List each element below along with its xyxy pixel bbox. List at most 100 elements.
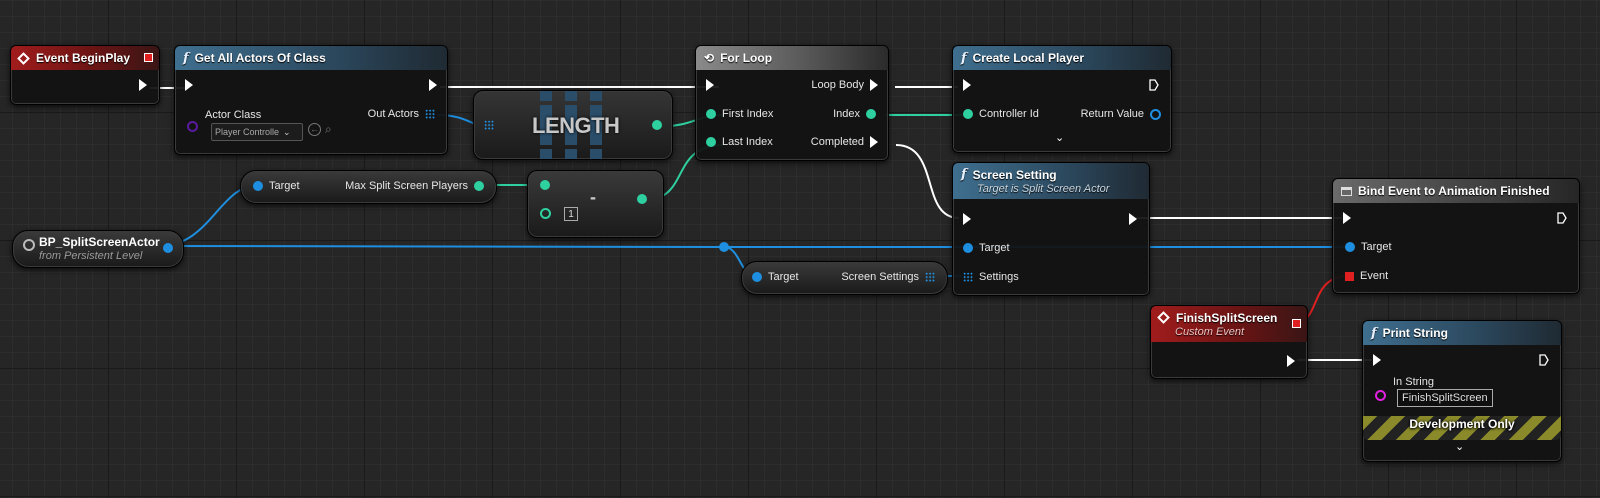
object-pin-icon xyxy=(1150,108,1161,120)
int-pin-icon xyxy=(540,180,550,190)
node-header: Bind Event to Animation Finished xyxy=(1333,179,1579,203)
exec-in-pin[interactable] xyxy=(185,79,193,91)
int-pin-icon xyxy=(866,109,876,119)
return-value-pin[interactable]: Return Value xyxy=(1081,108,1161,120)
for-loop-node[interactable]: ⟲ For Loop Loop Body First Index Index L… xyxy=(695,45,889,161)
exec-out-pin[interactable] xyxy=(1287,355,1295,367)
actor-out-pin[interactable] xyxy=(163,243,173,253)
finish-split-screen-node[interactable]: FinishSplitScreen Custom Event xyxy=(1150,305,1308,379)
exec-out-pin[interactable] xyxy=(1557,212,1567,224)
last-index-pin[interactable]: Last Index xyxy=(706,136,773,148)
a-pin[interactable] xyxy=(540,180,550,190)
actor-class-dropdown[interactable]: Player Controlle ⌄ xyxy=(211,123,303,141)
chevron-down-icon[interactable]: ⌄ xyxy=(1455,440,1464,453)
event-beginplay-node[interactable]: Event BeginPlay xyxy=(10,45,160,105)
max-split-screen-players-pin[interactable]: Max Split Screen Players xyxy=(345,180,484,192)
exec-arrow-icon xyxy=(185,79,193,91)
node-subtitle: Custom Event xyxy=(1175,325,1245,338)
array-in-pin[interactable] xyxy=(484,120,494,130)
node-header: FinishSplitScreen Custom Event xyxy=(1151,306,1307,342)
class-pin-icon xyxy=(187,121,198,132)
event-pin[interactable]: Event xyxy=(1345,270,1388,282)
settings-pin[interactable]: Settings xyxy=(963,271,1019,283)
b-value-input[interactable]: 1 xyxy=(564,207,578,221)
object-pin-icon xyxy=(253,181,263,191)
node-header: f Get All Actors Of Class xyxy=(175,46,447,70)
exec-arrow-icon xyxy=(1373,354,1381,366)
exec-in-pin[interactable] xyxy=(1373,354,1381,366)
object-pin-icon xyxy=(963,243,973,253)
loop-body-pin[interactable]: Loop Body xyxy=(811,79,878,91)
search-icon[interactable]: ⌕ xyxy=(325,122,332,137)
completed-pin[interactable]: Completed xyxy=(811,136,878,148)
screen-settings-pin[interactable]: Screen Settings xyxy=(841,271,935,283)
node-title: Bind Event to Animation Finished xyxy=(1358,184,1550,198)
object-pin-icon xyxy=(1345,242,1355,252)
node-subtitle: Target is Split Screen Actor xyxy=(977,183,1110,195)
in-string-label: In String xyxy=(1393,376,1434,388)
exec-out-pin[interactable] xyxy=(1539,354,1549,366)
exec-in-pin[interactable] xyxy=(706,79,714,91)
target-pin[interactable]: Target xyxy=(1345,241,1392,253)
node-title: Print String xyxy=(1382,326,1448,340)
screen-setting-node[interactable]: f Screen Setting Target is Split Screen A… xyxy=(952,162,1150,296)
function-icon: f xyxy=(1371,325,1377,341)
node-header: ⟲ For Loop xyxy=(696,46,888,70)
target-pin[interactable]: Target xyxy=(253,180,300,192)
node-header: f Screen Setting Target is Split Screen A… xyxy=(953,163,1149,199)
delegate-pin-icon[interactable] xyxy=(144,53,153,62)
subtract-operator: - xyxy=(590,187,596,207)
subtract-node[interactable]: 1 - xyxy=(527,170,664,238)
in-string-pin[interactable] xyxy=(1375,390,1386,401)
browse-back-icon[interactable]: ← xyxy=(308,123,321,136)
reroute-knot[interactable] xyxy=(719,242,729,252)
exec-in-pin[interactable] xyxy=(963,213,971,225)
screen-settings-getter-node[interactable]: Target Screen Settings xyxy=(741,261,948,295)
result-pin[interactable] xyxy=(637,194,647,204)
int-pin-icon xyxy=(637,194,647,204)
node-header: Event BeginPlay xyxy=(11,46,159,70)
int-pin-icon xyxy=(652,120,662,130)
controller-id-pin[interactable]: Controller Id xyxy=(963,108,1039,120)
exec-arrow-icon xyxy=(1343,212,1351,224)
create-local-player-node[interactable]: f Create Local Player Controller Id Retu… xyxy=(952,45,1172,153)
delegate-pin-icon[interactable] xyxy=(1292,319,1301,328)
exec-wire xyxy=(895,144,960,219)
get-all-actors-node[interactable]: f Get All Actors Of Class Actor Class Pl… xyxy=(174,45,448,155)
node-title: Screen Setting xyxy=(972,167,1057,182)
int-pin-icon xyxy=(474,181,484,191)
exec-arrow-icon xyxy=(429,79,437,91)
exec-out-pin[interactable] xyxy=(1129,213,1137,225)
exec-in-pin[interactable] xyxy=(963,79,971,91)
exec-arrow-icon xyxy=(1149,79,1159,91)
in-string-input[interactable]: FinishSplitScreen xyxy=(1397,389,1493,407)
function-icon: f xyxy=(961,167,967,182)
target-pin[interactable]: Target xyxy=(752,271,799,283)
b-pin[interactable] xyxy=(540,208,551,219)
print-string-node[interactable]: f Print String In String FinishSplitScre… xyxy=(1362,320,1562,462)
node-header: f Print String xyxy=(1363,321,1561,345)
chevron-down-icon: ⌄ xyxy=(283,126,291,137)
exec-arrow-icon xyxy=(1129,213,1137,225)
event-icon xyxy=(17,51,30,65)
exec-out-pin[interactable] xyxy=(139,79,147,91)
exec-out-pin[interactable] xyxy=(1149,79,1159,91)
exec-out-pin[interactable] xyxy=(429,79,437,91)
dev-only-label: Development Only xyxy=(1409,417,1515,431)
exec-in-pin[interactable] xyxy=(1343,212,1351,224)
out-actors-pin[interactable]: Out Actors xyxy=(368,108,435,120)
window-icon xyxy=(1341,186,1352,196)
index-pin[interactable]: Index xyxy=(833,108,876,120)
bp-splitscreen-actor-node[interactable]: BP_SplitScreenActor from Persistent Leve… xyxy=(12,230,184,268)
target-pin[interactable]: Target xyxy=(963,242,1010,254)
length-node[interactable]: LENGTH xyxy=(473,90,673,160)
length-out-pin[interactable] xyxy=(652,120,662,130)
max-split-screen-getter-node[interactable]: Target Max Split Screen Players xyxy=(240,170,497,204)
actor-class-pin[interactable] xyxy=(187,121,198,132)
chevron-down-icon[interactable]: ⌄ xyxy=(1055,131,1064,144)
exec-arrow-icon xyxy=(1539,354,1549,366)
first-index-pin[interactable]: First Index xyxy=(706,108,773,120)
object-pin-icon xyxy=(752,272,762,282)
bind-event-node[interactable]: Bind Event to Animation Finished Target … xyxy=(1332,178,1580,294)
exec-arrow-icon xyxy=(963,213,971,225)
